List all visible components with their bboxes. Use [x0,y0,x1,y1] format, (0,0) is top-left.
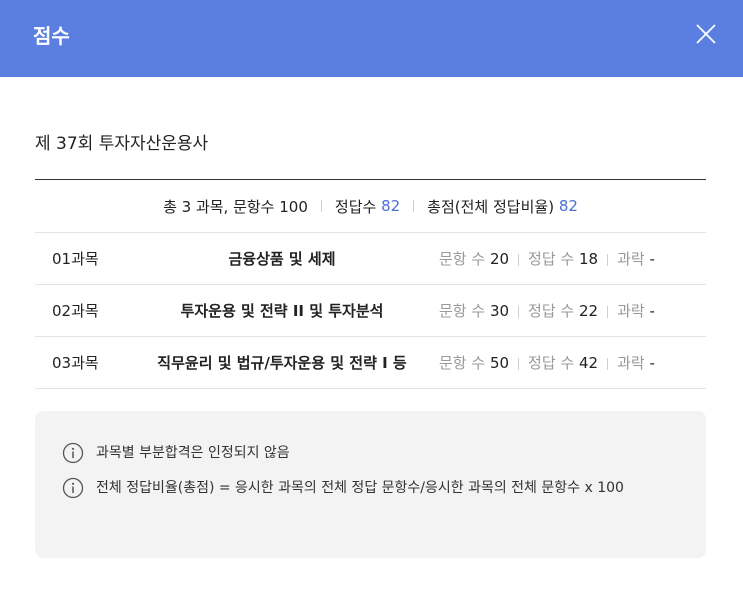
divider [607,305,609,318]
question-count-label: 문항 수 [439,354,486,372]
correct-value: 82 [381,197,401,215]
close-icon [696,24,716,44]
notice-box: 과목별 부분합격은 인정되지 않음 전체 정답비율(총점) = 응시한 과목의 … [35,411,706,558]
subject-code: 02과목 [52,302,99,320]
correct-count-label: 정답 수 [528,250,575,268]
divider [413,200,415,212]
subject-stats: 문항 수 20 정답 수 18 과락 - [437,248,706,269]
question-count-label: 문항 수 [439,250,486,268]
fail-value: - [649,354,655,372]
info-icon [62,442,84,464]
divider [320,200,322,212]
question-count-value: 30 [489,302,510,320]
subject-code: 03과목 [52,354,99,372]
fail-value: - [649,302,655,320]
question-count-value: 20 [489,250,510,268]
notice-text: 과목별 부분합격은 인정되지 않음 [96,445,290,461]
correct-count-label: 정답 수 [528,354,575,372]
correct-count-value: 42 [579,354,599,372]
fail-label: 과락 [617,354,645,372]
subject-stats: 문항 수 50 정답 수 42 과락 - [437,352,706,373]
info-icon [62,477,84,499]
table-row: 02과목 투자운용 및 전략 II 및 투자분석 문항 수 30 정답 수 22 과… [35,285,706,337]
correct-label: 정답수 [334,197,377,216]
notice-text: 전체 정답비율(총점) = 응시한 과목의 전체 정답 문항수/응시한 과목의 … [96,480,624,496]
score-label: 총점(전체 정답비율) [427,197,555,216]
divider [607,357,609,370]
correct-count-value: 22 [579,302,599,320]
divider [518,357,520,370]
correct-count-label: 정답 수 [528,302,575,320]
fail-label: 과락 [617,302,645,320]
correct-count-value: 18 [579,250,599,268]
subjects-summary: 총 3 과목, 문항수 100 [163,197,308,216]
subject-name: 직무윤리 및 법규/투자운용 및 전략 I 등 [157,354,407,372]
divider [607,253,609,266]
exam-title: 제 37회 투자자산운용사 [35,134,209,154]
question-count-value: 50 [489,354,510,372]
close-button[interactable] [688,16,724,52]
score-value: 82 [558,197,578,215]
score-summary: 총 3 과목, 문항수 100 정답수 82 총점(전체 정답비율) 82 [35,180,706,233]
fail-label: 과락 [617,250,645,268]
modal-header: 점수 [0,0,743,77]
subject-name: 투자운용 및 전략 II 및 투자분석 [180,302,384,320]
divider [518,305,520,318]
question-count-label: 문항 수 [439,302,486,320]
fail-value: - [649,250,655,268]
score-table: 총 3 과목, 문항수 100 정답수 82 총점(전체 정답비율) 82 01… [35,179,706,389]
notice-item: 과목별 부분합격은 인정되지 않음 [62,441,686,465]
table-row: 01과목 금융상품 및 세제 문항 수 20 정답 수 18 과락 - [35,233,706,285]
divider [518,253,520,266]
table-row: 03과목 직무윤리 및 법규/투자운용 및 전략 I 등 문항 수 50 정답 수… [35,337,706,389]
subject-code: 01과목 [52,250,99,268]
subject-name: 금융상품 및 세제 [228,250,336,268]
notice-item: 전체 정답비율(총점) = 응시한 과목의 전체 정답 문항수/응시한 과목의 … [62,476,686,500]
modal-title: 점수 [33,24,70,48]
subject-stats: 문항 수 30 정답 수 22 과락 - [437,300,706,321]
